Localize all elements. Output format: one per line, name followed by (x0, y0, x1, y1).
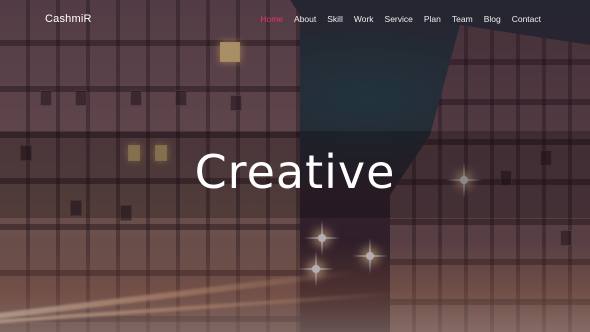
hero-title: Creative (194, 145, 396, 199)
nav-link-contact[interactable]: Contact (512, 14, 541, 24)
nav-link-home[interactable]: Home (260, 14, 283, 24)
nav-link-about[interactable]: About (294, 14, 316, 24)
nav-link-service[interactable]: Service (385, 14, 413, 24)
nav-link-skill[interactable]: Skill (327, 14, 343, 24)
nav-link-work[interactable]: Work (354, 14, 374, 24)
nav-link-team[interactable]: Team (452, 14, 473, 24)
hero-section: CashmiR Home About Skill Work Service Pl… (0, 0, 590, 332)
top-navbar: CashmiR Home About Skill Work Service Pl… (0, 0, 590, 38)
nav-links: Home About Skill Work Service Plan Team … (260, 14, 541, 24)
nav-link-blog[interactable]: Blog (484, 14, 501, 24)
nav-link-plan[interactable]: Plan (424, 14, 441, 24)
brand-logo[interactable]: CashmiR (45, 13, 92, 25)
